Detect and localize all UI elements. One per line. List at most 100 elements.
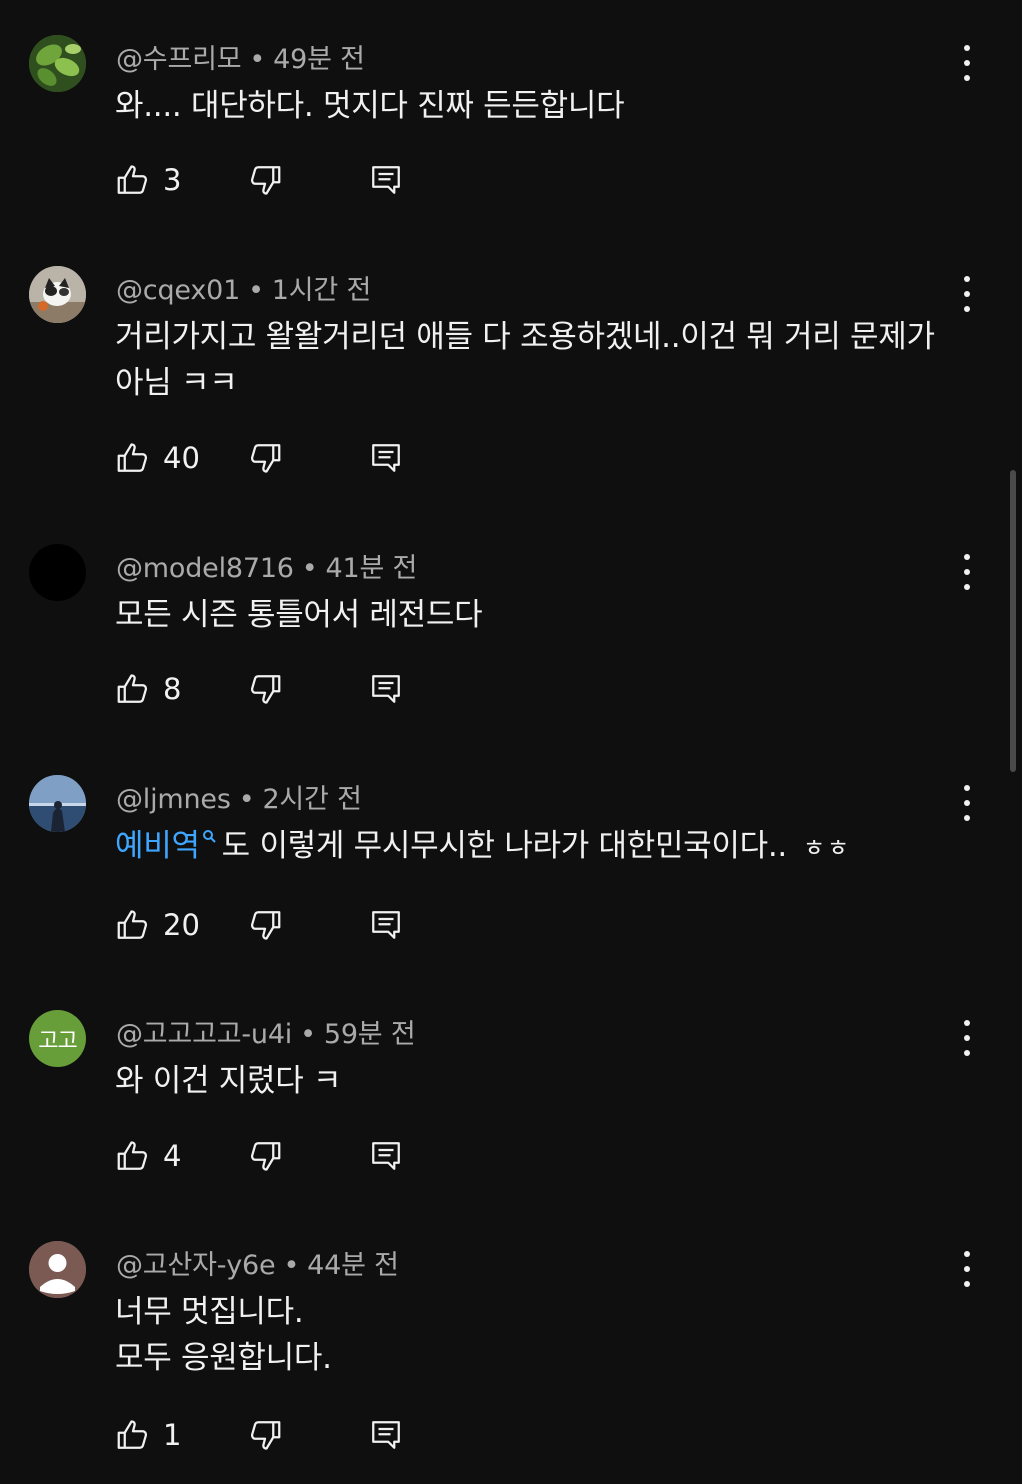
dislike-button[interactable] [247,1134,283,1178]
scrollbar[interactable] [1010,470,1016,772]
like-count: 3 [163,163,182,197]
dislike-button[interactable] [247,1413,283,1457]
reply-button[interactable] [368,436,404,480]
comment-line: 너무 멋집니다. [115,1294,304,1330]
thumb-up-icon [117,1141,148,1170]
more-vert-icon[interactable] [952,554,982,590]
comment-time[interactable]: 2시간 전 [262,784,361,815]
comment-header: @고산자-y6e • 44분 전 [116,1243,399,1282]
comment-actions: 1 [0,1413,1022,1457]
thumb-down-icon [250,1142,281,1171]
thumb-up-icon [117,1420,148,1449]
thumb-up-icon [117,910,148,939]
comment-text: 모든 시즌 통틀어서 레전드다 [115,592,955,638]
comment-author[interactable]: @model8716 [116,553,294,584]
thumb-up-icon [117,674,148,703]
comment-actions: 20 [0,903,1022,947]
comment-time[interactable]: 1시간 전 [272,275,371,306]
more-vert-icon[interactable] [952,276,982,312]
avatar[interactable] [29,775,86,832]
like-button[interactable]: 1 [115,1413,181,1457]
more-vert-icon[interactable] [952,1020,982,1056]
dislike-button[interactable] [247,436,283,480]
comment-header: @고고고고-u4i • 59분 전 [116,1012,416,1051]
separator-dot: • [300,1019,316,1050]
comment-text: 예비역 도 이렇게 무시무시한 나라가 대한민국이다.. ㅎㅎ [115,823,955,871]
comment-line: 거리가지고 왈왈거리던 애들 다 조용하겠네..이건 뭐 거리 문제가 [115,319,935,355]
avatar[interactable] [29,35,86,92]
thumb-up-icon [117,165,148,194]
like-button[interactable]: 8 [115,667,181,711]
reply-button[interactable] [368,158,404,202]
comment-time[interactable]: 41분 전 [326,553,418,584]
comment-time[interactable]: 49분 전 [273,44,365,75]
separator-dot: • [238,784,255,815]
like-button[interactable]: 4 [115,1134,181,1178]
reply-button[interactable] [368,1413,404,1457]
reply-comment-icon [372,911,400,939]
comment-author[interactable]: @고고고고-u4i [116,1019,292,1050]
thumb-down-icon [250,1421,281,1450]
like-button[interactable]: 3 [115,158,181,202]
separator-dot: • [249,44,266,75]
comment-text: 와 이건 지렸다 ㅋ [115,1058,955,1104]
search-link-text: 예비역 [115,828,200,864]
reply-button[interactable] [368,667,404,711]
comment-actions: 3 [0,158,1022,202]
avatar[interactable] [29,1241,86,1298]
comment-header: @ljmnes • 2시간 전 [116,777,362,816]
comment-line: 모든 시즌 통틀어서 레전드다 [115,597,483,633]
like-count: 20 [163,908,200,942]
comment-line: 예비역 도 이렇게 무시무시한 나라가 대한민국이다.. ㅎㅎ [115,823,955,871]
like-count: 1 [163,1418,182,1452]
comment-text: 와.... 대단하다. 멋지다 진짜 든든합니다 [115,83,955,129]
comment-header: @model8716 • 41분 전 [116,546,417,585]
comment-line: 와 이건 지렸다 ㅋ [115,1063,342,1099]
comment-author[interactable]: @고산자-y6e [116,1250,276,1281]
comment-header: @cqex01 • 1시간 전 [116,268,371,307]
comment-time[interactable]: 59분 전 [324,1019,416,1050]
dislike-button[interactable] [247,903,283,947]
thumb-down-icon [250,675,281,704]
reply-button[interactable] [368,903,404,947]
avatar[interactable]: 고고 [29,1010,86,1067]
like-count: 40 [163,441,200,475]
reply-comment-icon [372,675,400,703]
default-person-icon [29,1241,86,1298]
search-link[interactable]: 예비역 [115,828,222,864]
reply-button[interactable] [368,1134,404,1178]
search-icon [202,830,216,843]
avatar[interactable] [29,266,86,323]
comment-line: 모두 응원합니다. [115,1340,332,1376]
comment-header: @수프리모 • 49분 전 [116,37,365,76]
comment-actions: 40 [0,436,1022,480]
comment-suffix: ㅎㅎ [802,834,852,862]
thumb-up-icon [117,443,148,472]
cat-avatar-image [29,266,86,323]
comment-author[interactable]: @ljmnes [116,784,231,815]
reply-comment-icon [372,1142,400,1170]
thumb-down-icon [250,166,281,195]
more-vert-icon[interactable] [952,45,982,81]
like-button[interactable]: 20 [115,903,200,947]
more-vert-icon[interactable] [952,1251,982,1287]
comment-actions: 4 [0,1134,1022,1178]
avatar-initials: 고고 [38,1028,77,1054]
like-button[interactable]: 40 [115,436,200,480]
comment-author[interactable]: @수프리모 [116,44,242,75]
reply-comment-icon [372,166,400,194]
leaf-avatar-image [29,35,86,92]
comment-author[interactable]: @cqex01 [116,275,240,306]
dislike-button[interactable] [247,158,283,202]
avatar[interactable] [29,544,86,601]
dislike-button[interactable] [247,667,283,711]
more-vert-icon[interactable] [952,785,982,821]
comment-text-segment: 도 이렇게 무시무시한 나라가 대한민국이다.. [221,828,788,864]
comment-time[interactable]: 44분 전 [307,1250,399,1281]
separator-dot: • [248,275,264,306]
comment-line: 와.... 대단하다. 멋지다 진짜 든든합니다 [115,88,625,124]
comment-text: 너무 멋집니다. 모두 응원합니다. [115,1289,955,1381]
comment-line: 아님 ㅋㅋ [115,365,238,401]
thumb-down-icon [250,444,281,473]
thumb-down-icon [250,911,281,940]
